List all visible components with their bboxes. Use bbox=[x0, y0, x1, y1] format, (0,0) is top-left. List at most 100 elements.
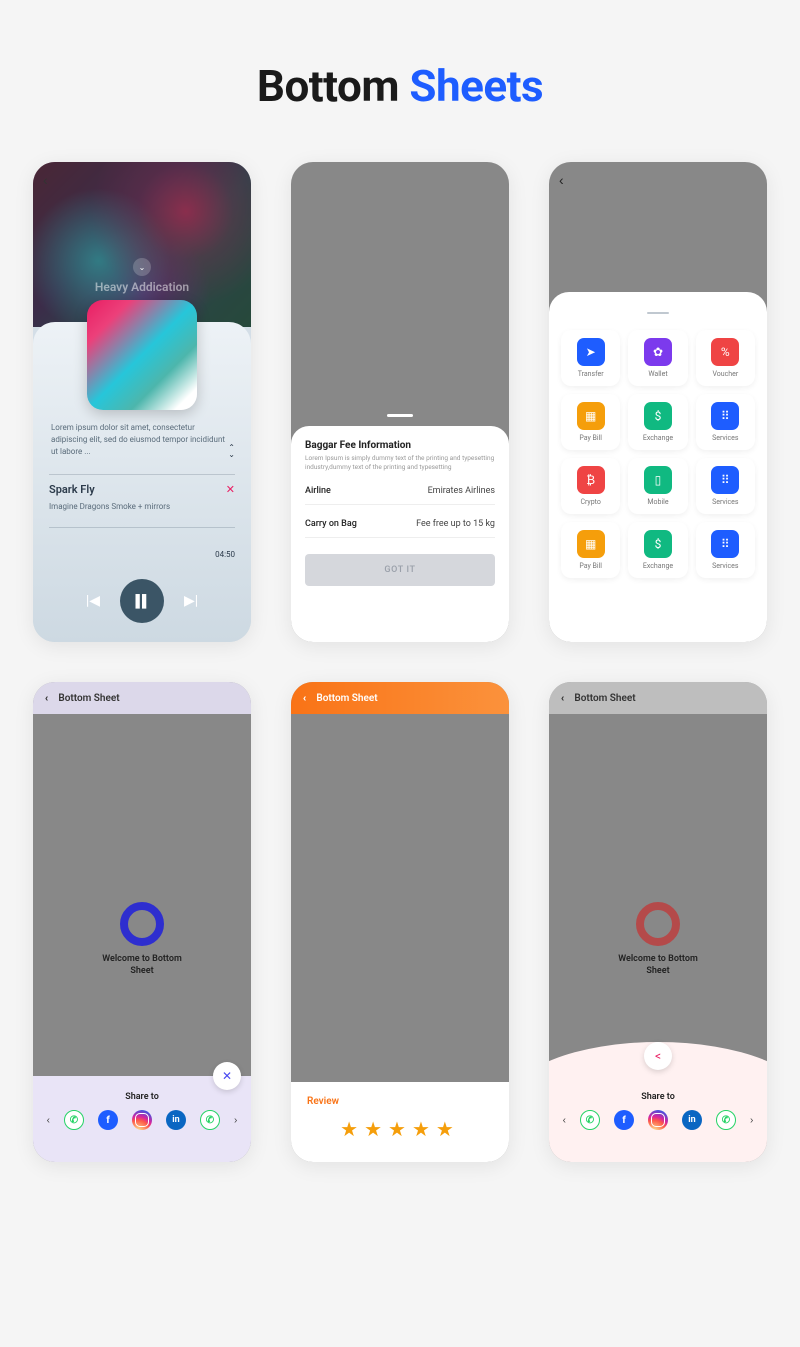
loading-body: Welcome to Bottom Sheet bbox=[549, 902, 767, 977]
action-services[interactable]: ⠿ Services bbox=[696, 394, 755, 450]
back-icon[interactable]: ‹ bbox=[561, 693, 564, 704]
grid-sheet: ➤Transfer✿Wallet%Voucher▦Pay Bill$Exchan… bbox=[549, 292, 767, 642]
action-icon: ✿ bbox=[644, 338, 672, 366]
back-icon[interactable]: ‹ bbox=[559, 172, 564, 188]
action-pay-bill[interactable]: ▦ Pay Bill bbox=[561, 394, 620, 450]
facebook-icon[interactable]: f bbox=[614, 1110, 634, 1130]
song-title: Spark Fly bbox=[49, 483, 235, 496]
title-word-2: Sheets bbox=[409, 60, 543, 112]
fee-sheet: Baggar Fee Information Lorem Ipsum is si… bbox=[291, 426, 509, 642]
divider bbox=[49, 527, 235, 528]
welcome-text: Welcome to Bottom Sheet bbox=[33, 954, 251, 977]
action-transfer[interactable]: ➤ Transfer bbox=[561, 330, 620, 386]
row-key: Carry on Bag bbox=[305, 519, 357, 529]
info-row: Carry on Bag Fee free up to 15 kg bbox=[305, 519, 495, 538]
chevron-down-icon[interactable]: ⌄ bbox=[133, 258, 151, 276]
artist-name: Imagine Dragons Smoke + mirrors bbox=[49, 502, 235, 525]
row-key: Airline bbox=[305, 486, 331, 496]
header-title: Bottom Sheet bbox=[316, 693, 377, 704]
action-label: Services bbox=[696, 498, 755, 506]
instagram-icon[interactable] bbox=[648, 1110, 668, 1130]
action-voucher[interactable]: % Voucher bbox=[696, 330, 755, 386]
back-icon[interactable]: ‹ bbox=[43, 172, 48, 188]
action-services[interactable]: ⠿ Services bbox=[696, 522, 755, 578]
action-mobile[interactable]: ▯Mobile bbox=[628, 458, 687, 514]
linkedin-icon[interactable]: in bbox=[166, 1110, 186, 1130]
action-icon: % bbox=[711, 338, 739, 366]
action-icon: ₿ bbox=[577, 466, 605, 494]
action-icon: ⠿ bbox=[711, 402, 739, 430]
share-title: Share to bbox=[33, 1092, 251, 1102]
action-services[interactable]: ⠿ Services bbox=[696, 458, 755, 514]
action-icon: $ bbox=[644, 530, 672, 558]
review-title: Review bbox=[307, 1096, 493, 1107]
row-value: Emirates Airlines bbox=[428, 486, 495, 496]
title-word-1: Bottom bbox=[257, 60, 399, 112]
scroll-right-icon[interactable]: › bbox=[234, 1115, 237, 1126]
player-controls: |◀ ▌▌ ▶| bbox=[49, 579, 235, 623]
whatsapp-icon[interactable]: ✆ bbox=[716, 1110, 736, 1130]
share-sheet: ✕ Share to ‹ ✆ f in ✆ › bbox=[33, 1076, 251, 1162]
share-row: ‹ ✆ f in ✆ › bbox=[33, 1110, 251, 1130]
action-label: Services bbox=[696, 562, 755, 570]
action-label: Pay Bill bbox=[561, 434, 620, 442]
instagram-icon[interactable] bbox=[132, 1110, 152, 1130]
action-label: Exchange bbox=[628, 434, 687, 442]
header-title: Bottom Sheet bbox=[574, 693, 635, 704]
shuffle-icon[interactable]: ✕ bbox=[226, 483, 235, 496]
action-crypto[interactable]: ₿ Crypto bbox=[561, 458, 620, 514]
star-rating[interactable]: ★★★★★ bbox=[307, 1117, 493, 1141]
action-pay-bill[interactable]: ▦Pay Bill bbox=[561, 522, 620, 578]
example-action-grid: ‹ ➤Transfer✿Wallet%Voucher▦Pay Bill$Exch… bbox=[549, 162, 767, 642]
action-label: Exchange bbox=[628, 562, 687, 570]
row-value: Fee free up to 15 kg bbox=[416, 519, 495, 529]
header-title: Bottom Sheet bbox=[58, 693, 119, 704]
whatsapp-icon[interactable]: ✆ bbox=[64, 1110, 84, 1130]
header-bar: ‹ Bottom Sheet bbox=[549, 682, 767, 714]
next-icon[interactable]: ▶| bbox=[184, 593, 198, 609]
linkedin-icon[interactable]: in bbox=[682, 1110, 702, 1130]
facebook-icon[interactable]: f bbox=[98, 1110, 118, 1130]
example-music-player: ‹ ⌄ Heavy Addication Lorem ipsum dolor s… bbox=[33, 162, 251, 642]
share-row: ‹ ✆ f in ✆ › bbox=[549, 1110, 767, 1130]
action-icon: $ bbox=[644, 402, 672, 430]
share-button[interactable]: < bbox=[644, 1042, 672, 1070]
sheet-handle[interactable] bbox=[647, 312, 669, 314]
scroll-left-icon[interactable]: ‹ bbox=[47, 1115, 50, 1126]
close-button[interactable]: ✕ bbox=[213, 1062, 241, 1090]
action-icon: ⠿ bbox=[711, 530, 739, 558]
whatsapp-icon[interactable]: ✆ bbox=[200, 1110, 220, 1130]
action-icon: ➤ bbox=[577, 338, 605, 366]
whatsapp-icon[interactable]: ✆ bbox=[580, 1110, 600, 1130]
share-sheet: < Share to ‹ ✆ f in ✆ › bbox=[549, 1076, 767, 1162]
pause-button[interactable]: ▌▌ bbox=[120, 579, 164, 623]
example-share-lavender: ‹ Bottom Sheet Welcome to Bottom Sheet ✕… bbox=[33, 682, 251, 1162]
share-title: Share to bbox=[549, 1092, 767, 1102]
got-it-button[interactable]: GOT IT bbox=[305, 554, 495, 586]
welcome-text: Welcome to Bottom Sheet bbox=[549, 954, 767, 977]
action-icon: ▯ bbox=[644, 466, 672, 494]
time-label: 04:50 bbox=[49, 550, 235, 559]
action-icon: ⠿ bbox=[711, 466, 739, 494]
scroll-right-icon[interactable]: › bbox=[750, 1115, 753, 1126]
sheet-handle[interactable] bbox=[387, 414, 413, 417]
example-share-pink: ‹ Bottom Sheet Welcome to Bottom Sheet <… bbox=[549, 682, 767, 1162]
sort-icon[interactable]: ⌃⌄ bbox=[228, 444, 235, 458]
previous-icon[interactable]: |◀ bbox=[86, 593, 100, 609]
examples-grid: ‹ ⌄ Heavy Addication Lorem ipsum dolor s… bbox=[0, 162, 800, 1162]
action-icon: ▦ bbox=[577, 402, 605, 430]
action-label: Crypto bbox=[561, 498, 620, 506]
action-exchange[interactable]: $ Exchange bbox=[628, 522, 687, 578]
spinner-icon bbox=[636, 902, 680, 946]
back-icon[interactable]: ‹ bbox=[45, 693, 48, 704]
action-icon: ▦ bbox=[577, 530, 605, 558]
action-wallet[interactable]: ✿Wallet bbox=[628, 330, 687, 386]
example-fee-info: Baggar Fee Information Lorem Ipsum is si… bbox=[291, 162, 509, 642]
action-label: Transfer bbox=[561, 370, 620, 378]
action-label: Services bbox=[696, 434, 755, 442]
scroll-left-icon[interactable]: ‹ bbox=[563, 1115, 566, 1126]
description-text: Lorem ipsum dolor sit amet, consectetur … bbox=[49, 422, 235, 472]
back-icon[interactable]: ‹ bbox=[303, 693, 306, 704]
action-label: Voucher bbox=[696, 370, 755, 378]
action-exchange[interactable]: $ Exchange bbox=[628, 394, 687, 450]
